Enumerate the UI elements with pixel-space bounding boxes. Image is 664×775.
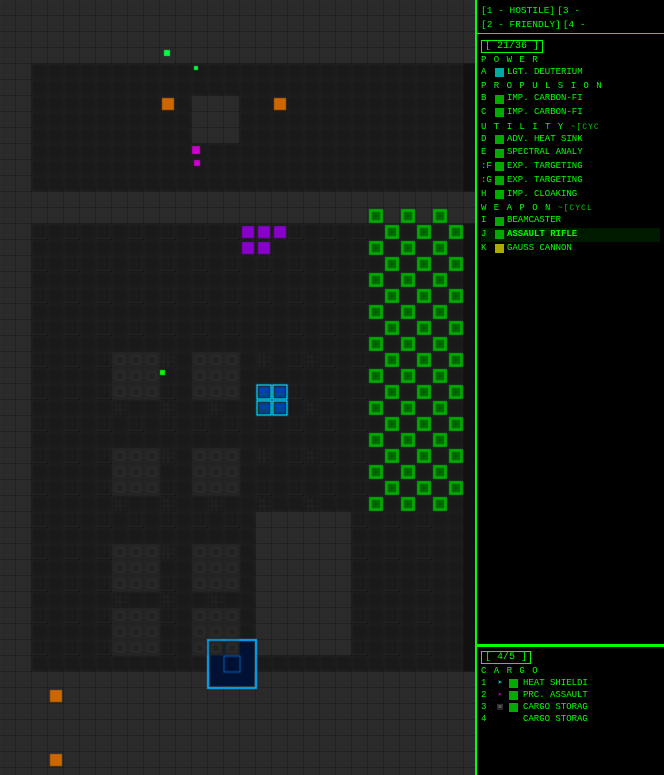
text-d: ADV. HEAT SINK bbox=[507, 134, 583, 146]
hostile-key: [3 - bbox=[557, 5, 580, 17]
cat-power: P O W E R bbox=[481, 55, 660, 65]
utility-title: U T I L I T Y bbox=[481, 122, 564, 132]
key-j: J bbox=[481, 229, 495, 241]
friendly-key: [4 - bbox=[563, 19, 586, 31]
status-friendly-row: [2 - FRIENDLY] [4 - bbox=[481, 18, 660, 32]
propulsion-item-b[interactable]: B IMP. CARBON-FI bbox=[481, 92, 660, 106]
key-e: E bbox=[481, 147, 495, 159]
cargo-sq-2 bbox=[509, 691, 518, 700]
text-i: BEAMCASTER bbox=[507, 215, 561, 227]
cat-propulsion: P R O P U L S I O N bbox=[481, 81, 660, 91]
propulsion-item-c[interactable]: C IMP. CARBON-FI bbox=[481, 106, 660, 120]
key-c: C bbox=[481, 107, 495, 119]
text-a: LGT. DEUTERIUM bbox=[507, 67, 583, 79]
cargo-item-2[interactable]: 2 ➤ PRC. ASSAULT bbox=[481, 689, 660, 701]
cargo-title: C A R G O bbox=[481, 666, 660, 676]
sq-k bbox=[495, 244, 504, 253]
utility-item-e[interactable]: E SPECTRAL ANALY bbox=[481, 146, 660, 160]
key-k: K bbox=[481, 243, 495, 255]
cargo-num-3: 3 bbox=[481, 702, 493, 712]
weapon-item-i[interactable]: I BEAMCASTER bbox=[481, 214, 660, 228]
weapon-title: W E A P O N bbox=[481, 203, 551, 213]
game-area bbox=[0, 0, 475, 775]
cargo-num-4: 4 bbox=[481, 714, 493, 724]
cargo-sq-4 bbox=[509, 715, 518, 724]
cargo-icon-1: ➤ bbox=[493, 678, 507, 688]
cargo-panel: [ 4/5 ] C A R G O 1 ➤ HEAT SHIELDI 2 ➤ P… bbox=[477, 645, 664, 775]
key-f: :F bbox=[481, 161, 495, 173]
weapon-item-k[interactable]: K GAUSS CANNON bbox=[481, 242, 660, 256]
cargo-icon-4 bbox=[493, 714, 507, 724]
cargo-text-2: PRC. ASSAULT bbox=[523, 690, 588, 700]
friendly-label: [2 - FRIENDLY] bbox=[481, 19, 561, 31]
cargo-text-1: HEAT SHIELDI bbox=[523, 678, 588, 688]
text-h: IMP. CLOAKING bbox=[507, 189, 577, 201]
utility-item-d[interactable]: D ADV. HEAT SINK bbox=[481, 133, 660, 147]
cargo-header: [ 4/5 ] bbox=[481, 651, 531, 664]
sq-f bbox=[495, 162, 504, 171]
cargo-num-2: 2 bbox=[481, 690, 493, 700]
right-panel: [1 - HOSTILE] [3 - [2 - FRIENDLY] [4 - [… bbox=[475, 0, 664, 775]
sq-c bbox=[495, 108, 504, 117]
key-h: H bbox=[481, 189, 495, 201]
text-f: EXP. TARGETING bbox=[507, 161, 583, 173]
sq-d bbox=[495, 135, 504, 144]
cargo-sq-1 bbox=[509, 679, 518, 688]
cargo-text-3: CARGO STORAG bbox=[523, 702, 588, 712]
weapon-item-j[interactable]: J ASSAULT RIFLE bbox=[481, 228, 660, 242]
cargo-icon-2: ➤ bbox=[493, 690, 507, 700]
utility-item-f[interactable]: :F EXP. TARGETING bbox=[481, 160, 660, 174]
sq-i bbox=[495, 217, 504, 226]
text-j: ASSAULT RIFLE bbox=[507, 229, 577, 241]
text-e: SPECTRAL ANALY bbox=[507, 147, 583, 159]
utility-item-g[interactable]: :G EXP. TARGETING bbox=[481, 174, 660, 188]
weapon-cycle: ~[CYCL bbox=[558, 204, 593, 213]
sq-e bbox=[495, 149, 504, 158]
utility-cycle: ~[CYC bbox=[571, 123, 600, 132]
key-i: I bbox=[481, 215, 495, 227]
text-g: EXP. TARGETING bbox=[507, 175, 583, 187]
cargo-text-4: CARGO STORAG bbox=[523, 714, 588, 724]
hostile-label: [1 - HOSTILE] bbox=[481, 5, 555, 17]
text-k: GAUSS CANNON bbox=[507, 243, 572, 255]
cargo-icon-3: ▣ bbox=[493, 702, 507, 712]
key-a: A bbox=[481, 67, 495, 79]
cargo-num-1: 1 bbox=[481, 678, 493, 688]
cargo-item-1[interactable]: 1 ➤ HEAT SHIELDI bbox=[481, 677, 660, 689]
sq-a bbox=[495, 68, 504, 77]
sq-h bbox=[495, 190, 504, 199]
cat-weapon: W E A P O N ~[CYCL bbox=[481, 203, 660, 213]
equipment-panel: [ 21/36 ] P O W E R A LGT. DEUTERIUM P R… bbox=[477, 34, 664, 645]
cargo-sq-3 bbox=[509, 703, 518, 712]
sq-g bbox=[495, 176, 504, 185]
cargo-item-4[interactable]: 4 CARGO STORAG bbox=[481, 713, 660, 725]
status-hostile-row: [1 - HOSTILE] [3 - bbox=[481, 4, 660, 18]
power-header: [ 21/36 ] bbox=[481, 40, 543, 53]
key-d: D bbox=[481, 134, 495, 146]
key-b: B bbox=[481, 93, 495, 105]
power-item-a[interactable]: A LGT. DEUTERIUM bbox=[481, 66, 660, 80]
text-b: IMP. CARBON-FI bbox=[507, 93, 583, 105]
text-c: IMP. CARBON-FI bbox=[507, 107, 583, 119]
utility-item-h[interactable]: H IMP. CLOAKING bbox=[481, 188, 660, 202]
sq-j bbox=[495, 230, 504, 239]
top-status: [1 - HOSTILE] [3 - [2 - FRIENDLY] [4 - bbox=[477, 0, 664, 34]
sq-b bbox=[495, 95, 504, 104]
cargo-item-3[interactable]: 3 ▣ CARGO STORAG bbox=[481, 701, 660, 713]
main-container: [1 - HOSTILE] [3 - [2 - FRIENDLY] [4 - [… bbox=[0, 0, 664, 775]
key-g: :G bbox=[481, 175, 495, 187]
game-canvas bbox=[0, 0, 475, 775]
cat-utility: U T I L I T Y ~[CYC bbox=[481, 122, 660, 132]
